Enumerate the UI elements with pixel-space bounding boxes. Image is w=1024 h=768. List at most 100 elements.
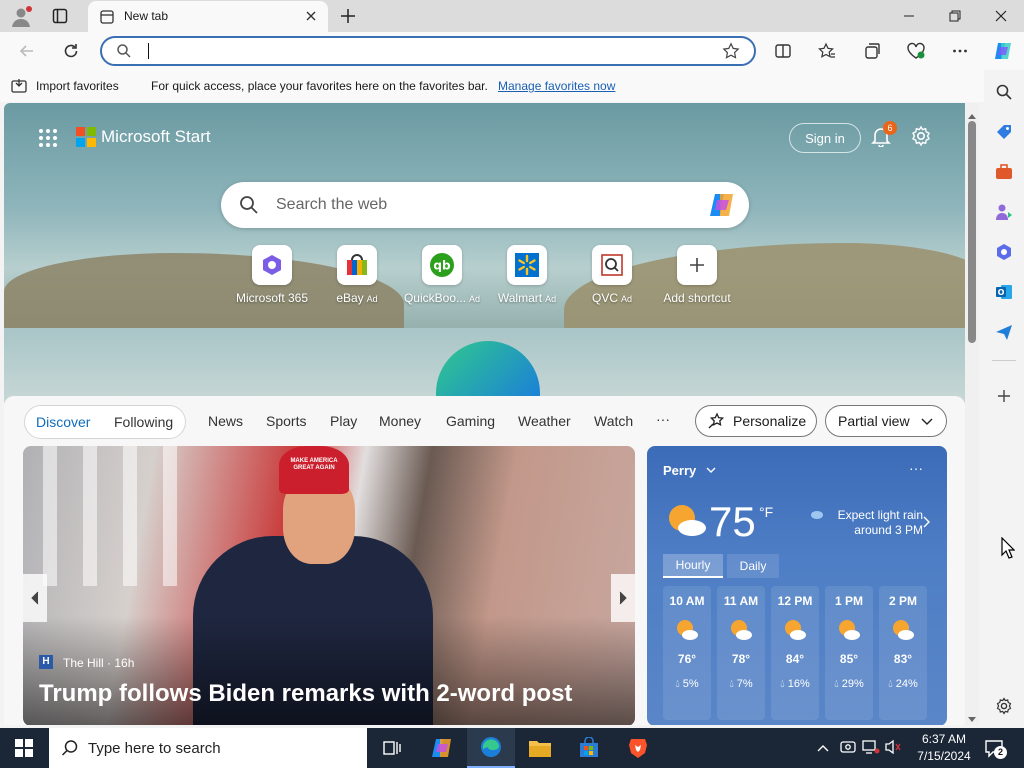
shopping-tag-icon[interactable] bbox=[992, 120, 1016, 144]
news-source-logo-icon: H bbox=[39, 655, 53, 669]
news-card[interactable]: MAKE AMERICA GREAT AGAIN H The Hill · 16… bbox=[23, 446, 635, 725]
minimize-button[interactable] bbox=[886, 0, 932, 32]
sign-in-button[interactable]: Sign in bbox=[789, 123, 861, 153]
notifications-bell-icon[interactable]: 6 bbox=[870, 121, 897, 149]
address-text[interactable] bbox=[148, 43, 151, 59]
split-screen-icon[interactable] bbox=[768, 36, 798, 66]
tab-money[interactable]: Money bbox=[379, 413, 421, 429]
edge-taskbar-icon[interactable] bbox=[467, 728, 515, 768]
alert-chevron-icon[interactable] bbox=[922, 516, 930, 531]
carousel-next-button[interactable] bbox=[611, 574, 635, 622]
tab-new-tab[interactable]: New tab bbox=[88, 1, 328, 32]
web-search-input[interactable]: Search the web bbox=[276, 196, 387, 214]
shortcut-ebay[interactable]: eBay Ad bbox=[312, 245, 402, 305]
weather-location[interactable]: Perry bbox=[663, 463, 696, 478]
collections-icon[interactable] bbox=[857, 36, 887, 66]
address-bar[interactable] bbox=[100, 36, 756, 66]
tools-briefcase-icon[interactable] bbox=[992, 160, 1016, 184]
scrollbar-thumb[interactable] bbox=[968, 121, 976, 343]
action-center-icon[interactable]: 2 bbox=[984, 738, 1007, 761]
task-view-icon[interactable] bbox=[368, 728, 416, 768]
page-settings-gear-icon[interactable] bbox=[910, 125, 932, 147]
personalize-button[interactable]: Personalize bbox=[695, 405, 817, 437]
weather-card[interactable]: Perry ··· 75 °F Expect light rain around… bbox=[647, 446, 947, 725]
tab-news[interactable]: News bbox=[208, 413, 243, 429]
favorites-icon[interactable] bbox=[812, 36, 842, 66]
tab-actions-icon[interactable] bbox=[52, 8, 68, 24]
shortcut-m365[interactable]: Microsoft 365 bbox=[227, 245, 317, 305]
back-button[interactable] bbox=[12, 36, 42, 66]
add-sidebar-app-icon[interactable] bbox=[992, 384, 1016, 408]
taskbar-search-input[interactable]: Type here to search bbox=[88, 740, 221, 757]
news-source: The Hill · 16h bbox=[63, 656, 135, 670]
tab-watch[interactable]: Watch bbox=[594, 413, 633, 429]
copilot-taskbar-icon[interactable] bbox=[418, 728, 466, 768]
profile-icon[interactable] bbox=[10, 6, 32, 28]
refresh-button[interactable] bbox=[56, 36, 86, 66]
scroll-up-icon[interactable] bbox=[968, 107, 976, 122]
copilot-search-icon[interactable] bbox=[707, 191, 737, 222]
clock-date[interactable]: 7/15/2024 bbox=[913, 749, 975, 763]
tab-gaming[interactable]: Gaming bbox=[446, 413, 495, 429]
tab-discover[interactable]: Discover bbox=[36, 414, 90, 430]
manage-favorites-link[interactable]: Manage favorites now bbox=[498, 79, 615, 93]
outlook-icon[interactable]: O bbox=[992, 280, 1016, 304]
restore-button[interactable] bbox=[932, 0, 978, 32]
scroll-down-icon[interactable] bbox=[968, 711, 976, 726]
microsoft-store-icon[interactable] bbox=[565, 728, 613, 768]
forecast-temp: 78° bbox=[731, 652, 751, 666]
m365-sidebar-icon[interactable] bbox=[992, 240, 1016, 264]
close-window-button[interactable] bbox=[978, 0, 1024, 32]
close-tab-icon[interactable] bbox=[304, 9, 318, 23]
games-icon[interactable] bbox=[992, 200, 1016, 224]
taskbar-search-box[interactable]: Type here to search bbox=[49, 728, 367, 768]
tab-sports[interactable]: Sports bbox=[266, 413, 306, 429]
forecast-time: 12 PM bbox=[777, 594, 813, 608]
more-tabs-button[interactable]: ··· bbox=[656, 411, 670, 427]
shortcut-qvc[interactable]: QVC Ad bbox=[567, 245, 657, 305]
search-web-icon bbox=[239, 195, 259, 218]
drop-send-icon[interactable] bbox=[992, 320, 1016, 344]
weather-more-icon[interactable]: ··· bbox=[909, 460, 923, 476]
svg-text:qb: qb bbox=[433, 259, 451, 273]
tab-hourly[interactable]: Hourly bbox=[663, 554, 723, 578]
chevron-down-icon bbox=[920, 414, 934, 428]
brand-title[interactable]: Microsoft Start bbox=[101, 127, 211, 147]
new-tab-button[interactable] bbox=[338, 6, 358, 26]
import-favorites-icon bbox=[11, 78, 27, 97]
file-explorer-icon[interactable] bbox=[516, 728, 564, 768]
clock-time[interactable]: 6:37 AM bbox=[913, 732, 975, 746]
start-button[interactable] bbox=[0, 728, 48, 768]
location-chevron-icon[interactable] bbox=[705, 464, 717, 479]
precip-drop-icon: 💧︎ bbox=[729, 678, 734, 690]
tab-play[interactable]: Play bbox=[330, 413, 357, 429]
carousel-prev-button[interactable] bbox=[23, 574, 47, 622]
partial-view-dropdown[interactable]: Partial view bbox=[825, 405, 947, 437]
shortcut-quickbooks[interactable]: qb QuickBoo... Ad bbox=[397, 245, 487, 305]
tab-daily[interactable]: Daily bbox=[727, 554, 779, 578]
sidebar-search-icon[interactable] bbox=[992, 80, 1016, 104]
action-center-badge: 2 bbox=[994, 746, 1007, 759]
import-favorites-link[interactable]: Import favorites bbox=[36, 79, 119, 93]
tab-following[interactable]: Following bbox=[114, 414, 173, 430]
sidebar-settings-gear-icon[interactable] bbox=[992, 694, 1016, 718]
tab-weather[interactable]: Weather bbox=[518, 413, 571, 429]
meet-now-icon[interactable] bbox=[840, 739, 856, 758]
browser-essentials-icon[interactable] bbox=[901, 36, 931, 66]
settings-more-icon[interactable] bbox=[945, 36, 975, 66]
add-shortcut-button[interactable]: Add shortcut bbox=[652, 245, 742, 305]
show-hidden-icons-chevron[interactable] bbox=[816, 741, 830, 756]
brave-browser-icon[interactable] bbox=[614, 728, 662, 768]
app-launcher-icon[interactable] bbox=[38, 128, 58, 148]
network-icon[interactable] bbox=[862, 739, 880, 758]
web-search-box[interactable]: Search the web bbox=[221, 182, 749, 228]
news-headline[interactable]: Trump follows Biden remarks with 2-word … bbox=[39, 680, 572, 708]
hourly-forecast-item: 11 AM 78° 💧︎ 7% bbox=[717, 586, 765, 720]
weather-alert[interactable]: Expect light rain around 3 PM bbox=[819, 508, 923, 538]
volume-icon[interactable] bbox=[884, 739, 902, 758]
temperature-unit[interactable]: °F bbox=[759, 504, 773, 520]
shortcut-walmart[interactable]: Walmart Ad bbox=[482, 245, 572, 305]
copilot-icon[interactable] bbox=[988, 36, 1018, 66]
page-scrollbar[interactable] bbox=[965, 103, 979, 725]
favorite-star-icon[interactable] bbox=[722, 42, 740, 63]
